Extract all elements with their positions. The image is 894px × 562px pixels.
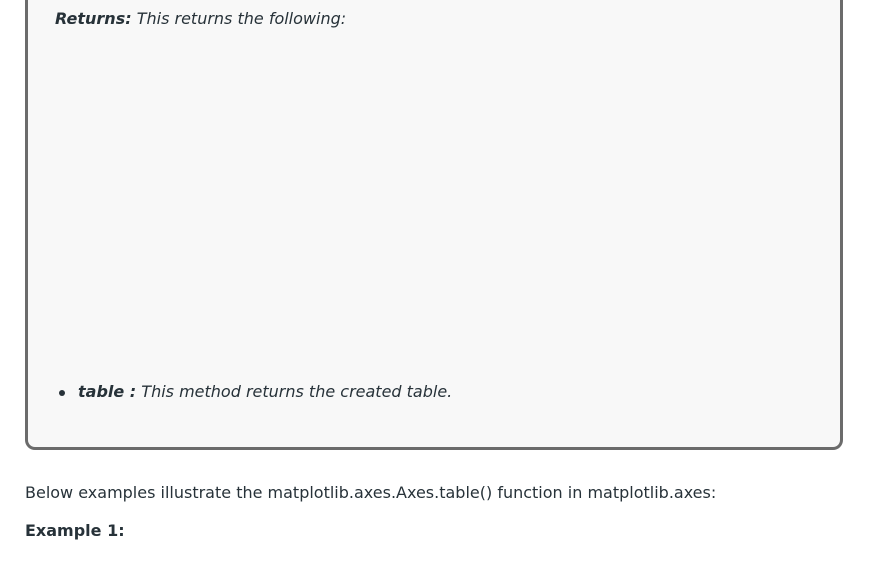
bullet-icon — [59, 390, 65, 396]
list-item: table : This method returns the created … — [53, 382, 452, 401]
example-heading: Example 1: — [25, 521, 125, 540]
return-values-list: table : This method returns the created … — [53, 382, 452, 401]
returns-text: This returns the following: — [131, 9, 347, 28]
article-page: Returns: This returns the following: tab… — [0, 0, 894, 562]
returns-label: Returns: — [55, 9, 132, 28]
returns-line: Returns: This returns the following: — [55, 9, 346, 28]
return-term: table : — [78, 382, 137, 401]
examples-intro-paragraph: Below examples illustrate the matplotlib… — [25, 483, 717, 502]
returns-section-box: Returns: This returns the following: tab… — [25, 0, 843, 450]
return-description: This method returns the created table. — [136, 382, 453, 401]
